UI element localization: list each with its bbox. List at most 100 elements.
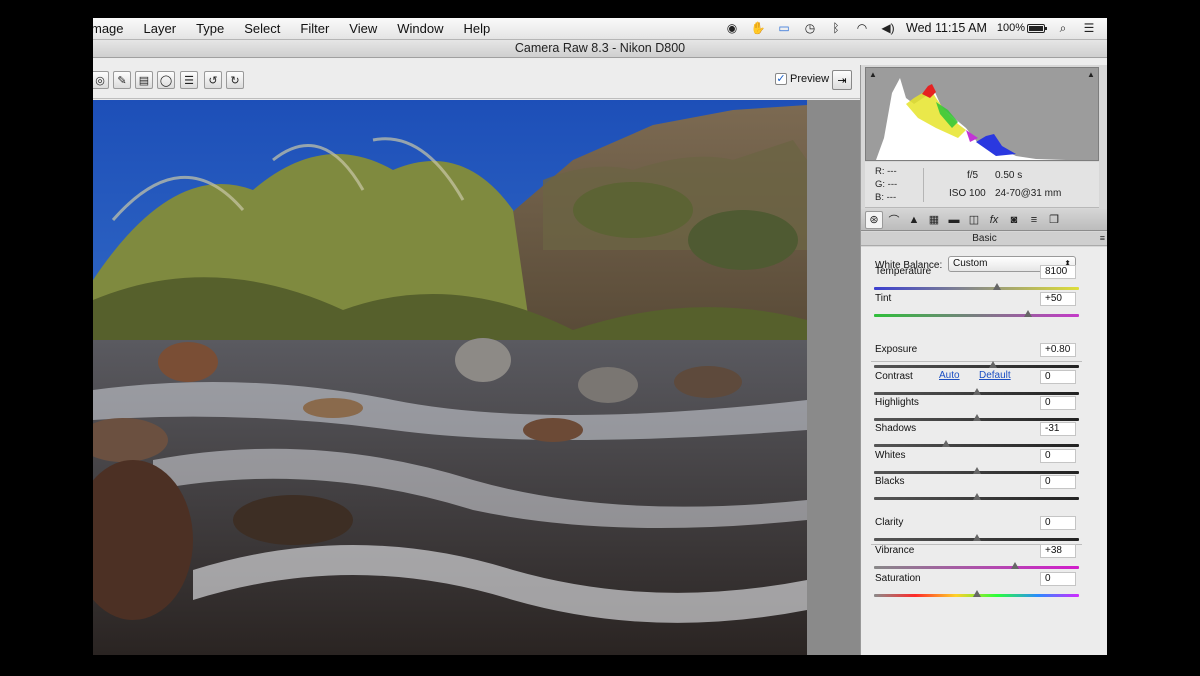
status-menus: ◉ ✋ ▭ ◷ ᛒ ◠ ◀) Wed 11:15 AM 100% ⌕ ☰ bbox=[724, 20, 1097, 36]
blacks-slider-thumb[interactable] bbox=[972, 493, 981, 500]
contrast-slider-thumb[interactable] bbox=[972, 388, 981, 395]
red-eye-tool-icon[interactable]: ◎ bbox=[93, 71, 109, 89]
r-value: --- bbox=[887, 166, 897, 177]
bluetooth-icon[interactable]: ᛒ bbox=[828, 20, 844, 36]
camera-info: R: --- G: --- B: --- f/5 0.50 s ISO 100 … bbox=[865, 162, 1099, 208]
shadows-slider-track[interactable] bbox=[874, 444, 1079, 447]
iso: ISO 100 bbox=[949, 188, 986, 199]
tab-tone-curve-icon[interactable]: ⌒ bbox=[885, 211, 903, 229]
clarity-label: Clarity bbox=[875, 517, 904, 528]
shadows-slider-thumb[interactable] bbox=[941, 440, 950, 447]
tab-effects-icon[interactable]: fx bbox=[985, 211, 1003, 229]
preview-checkbox[interactable]: ✓ bbox=[775, 73, 787, 85]
histogram: ▲ ▲ bbox=[865, 67, 1099, 161]
tint-slider-track[interactable] bbox=[874, 314, 1079, 317]
tab-detail-icon[interactable]: ▲ bbox=[905, 211, 923, 229]
spotlight-icon[interactable]: ⌕ bbox=[1055, 20, 1071, 36]
time-machine-icon[interactable]: ◷ bbox=[802, 20, 818, 36]
vibrance-value-field[interactable]: +38 bbox=[1040, 544, 1076, 558]
menu-layer[interactable]: Layer bbox=[144, 21, 177, 36]
preferences-icon[interactable]: ☰ bbox=[180, 71, 198, 89]
exposure-slider-track[interactable] bbox=[874, 365, 1079, 368]
rotate-right-icon[interactable]: ↻ bbox=[226, 71, 244, 89]
menu-items: mage Layer Type Select Filter View Windo… bbox=[93, 21, 510, 36]
clarity-slider-thumb[interactable] bbox=[972, 534, 981, 541]
blacks-value-field[interactable]: 0 bbox=[1040, 475, 1076, 489]
graduated-filter-icon[interactable]: ▤ bbox=[135, 71, 153, 89]
rotate-left-icon[interactable]: ↺ bbox=[204, 71, 222, 89]
window-title: Camera Raw 8.3 - Nikon D800 bbox=[93, 40, 1107, 58]
menu-view[interactable]: View bbox=[349, 21, 377, 36]
saturation-slider-thumb[interactable] bbox=[972, 590, 981, 597]
menu-window[interactable]: Window bbox=[397, 21, 443, 36]
tab-hsl-icon[interactable]: ▦ bbox=[925, 211, 943, 229]
vibrance-slider-thumb[interactable] bbox=[1011, 562, 1020, 569]
menu-help[interactable]: Help bbox=[463, 21, 490, 36]
clarity-value-field[interactable]: 0 bbox=[1040, 516, 1076, 530]
adjustments-panel: ▲ ▲ R: --- G: --- B: --- f/5 0.50 s ISO … bbox=[860, 65, 1107, 655]
tab-presets-icon[interactable]: ≡ bbox=[1025, 211, 1043, 229]
temperature-slider-thumb[interactable] bbox=[993, 283, 1001, 290]
highlights-slider-thumb[interactable] bbox=[972, 414, 981, 421]
menu-image[interactable]: mage bbox=[93, 21, 124, 36]
default-link[interactable]: Default bbox=[979, 370, 1011, 381]
b-value: --- bbox=[886, 192, 897, 203]
tab-split-toning-icon[interactable]: ▬ bbox=[945, 211, 963, 229]
contrast-label: Contrast bbox=[875, 371, 913, 382]
temperature-value-field[interactable]: 8100 bbox=[1040, 265, 1076, 279]
wifi-icon[interactable]: ◠ bbox=[854, 20, 870, 36]
saturation-value-field[interactable]: 0 bbox=[1040, 572, 1076, 586]
fullscreen-toggle-icon[interactable]: ⇥ bbox=[832, 70, 852, 90]
preview-area bbox=[93, 100, 860, 655]
aperture: f/5 bbox=[967, 170, 979, 181]
whites-value-field[interactable]: 0 bbox=[1040, 449, 1076, 463]
volume-icon[interactable]: ◀) bbox=[880, 20, 896, 36]
r-label: R: bbox=[875, 166, 885, 177]
temperature-slider-track[interactable] bbox=[874, 287, 1079, 290]
shadows-value-field[interactable]: -31 bbox=[1040, 422, 1076, 436]
section-menu-icon[interactable]: ≡ bbox=[1100, 232, 1105, 245]
menu-select[interactable]: Select bbox=[244, 21, 280, 36]
panel-tabs: ⊛ ⌒ ▲ ▦ ▬ ◫ fx ◙ ≡ ❐ bbox=[861, 209, 1107, 231]
tint-value-field[interactable]: +50 bbox=[1040, 292, 1076, 306]
highlights-label: Highlights bbox=[875, 397, 919, 408]
b-label: B: bbox=[875, 192, 884, 203]
g-value: --- bbox=[887, 179, 898, 190]
divider bbox=[871, 361, 1082, 362]
whites-label: Whites bbox=[875, 450, 906, 461]
airplay-icon[interactable]: ▭ bbox=[776, 20, 792, 36]
vibrance-slider-track[interactable] bbox=[874, 566, 1079, 569]
lens-focal-length: 24-70@31 mm bbox=[995, 188, 1062, 199]
hand-icon[interactable]: ✋ bbox=[750, 20, 766, 36]
battery-icon bbox=[1027, 23, 1047, 33]
menu-type[interactable]: Type bbox=[196, 21, 224, 36]
notification-center-icon[interactable]: ☰ bbox=[1081, 20, 1097, 36]
tint-slider-thumb[interactable] bbox=[1023, 310, 1032, 317]
brush-tool-icon[interactable]: ✎ bbox=[113, 71, 131, 89]
tab-camera-calibration-icon[interactable]: ◙ bbox=[1005, 211, 1023, 229]
section-header: Basic ≡ bbox=[861, 232, 1107, 246]
info-divider bbox=[923, 168, 924, 202]
basic-controls: White Balance: Custom ⬍ Auto Default Tem… bbox=[861, 247, 1107, 655]
menu-filter[interactable]: Filter bbox=[300, 21, 329, 36]
exposure-value-field[interactable]: +0.80 bbox=[1040, 343, 1076, 357]
tab-lens-corrections-icon[interactable]: ◫ bbox=[965, 211, 983, 229]
creative-cloud-icon[interactable]: ◉ bbox=[724, 20, 740, 36]
preview-label: Preview bbox=[790, 73, 830, 85]
shadows-label: Shadows bbox=[875, 423, 917, 434]
tab-basic-icon[interactable]: ⊛ bbox=[865, 210, 883, 229]
river-photo[interactable] bbox=[93, 100, 807, 655]
tint-label: Tint bbox=[875, 293, 892, 304]
tab-snapshots-icon[interactable]: ❐ bbox=[1045, 211, 1063, 229]
clock[interactable]: Wed 11:15 AM bbox=[906, 21, 987, 35]
menu-bar: mage Layer Type Select Filter View Windo… bbox=[93, 18, 1107, 40]
whites-slider-thumb[interactable] bbox=[972, 467, 981, 474]
shutter-speed: 0.50 s bbox=[995, 170, 1023, 181]
auto-link[interactable]: Auto bbox=[939, 370, 960, 381]
contrast-value-field[interactable]: 0 bbox=[1040, 370, 1076, 384]
radial-filter-icon[interactable]: ◯ bbox=[157, 71, 175, 89]
screen: mage Layer Type Select Filter View Windo… bbox=[93, 18, 1107, 655]
highlights-value-field[interactable]: 0 bbox=[1040, 396, 1076, 410]
exposure-slider-thumb[interactable] bbox=[988, 361, 997, 368]
battery-status[interactable]: 100% bbox=[997, 22, 1047, 34]
